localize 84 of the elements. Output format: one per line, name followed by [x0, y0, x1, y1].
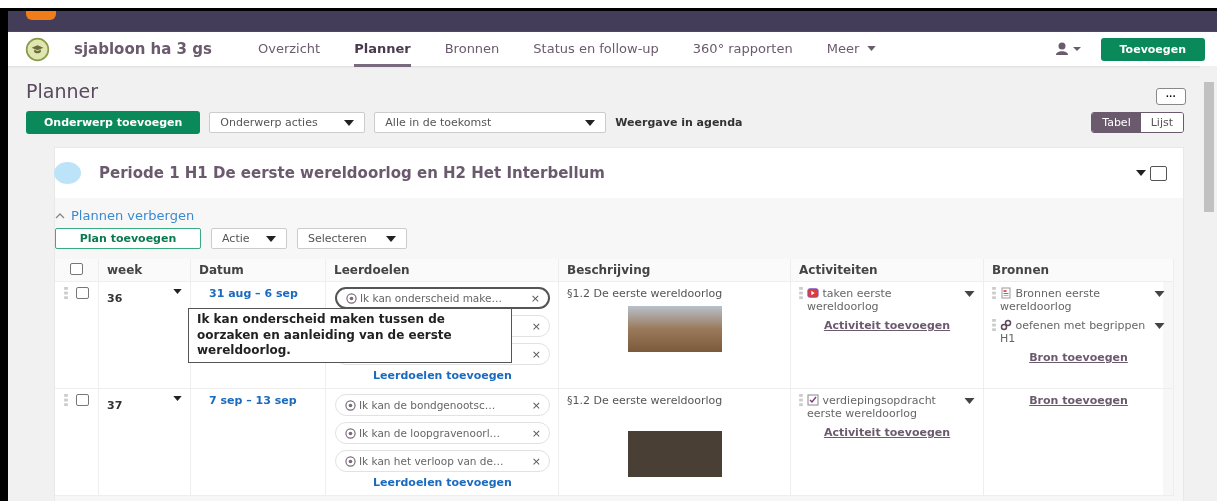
video-icon	[807, 287, 819, 299]
topic-actions-dropdown[interactable]: Onderwerp acties	[209, 112, 366, 133]
add-activity-link[interactable]: Activiteit toevoegen	[799, 319, 975, 332]
nav-tab[interactable]: 360° rapporten	[692, 33, 793, 67]
drag-handle-icon[interactable]	[992, 319, 996, 332]
activity-item[interactable]: verdiepingsopdracht eerste wereldoorlog	[807, 394, 960, 420]
caret-icon[interactable]	[1154, 291, 1165, 297]
action-dropdown[interactable]: Actie	[211, 228, 287, 249]
nav-tab[interactable]: Bronnen	[444, 33, 500, 67]
description-text: §1.2 De eerste wereldoorlog	[567, 287, 724, 300]
learning-goal-tooltip: Ik kan onderscheid maken tussen de oorzaken en aanleiding van de eerste wereldoorlog.	[188, 308, 512, 363]
add-topic-button[interactable]: Onderwerp toevoegen	[26, 111, 201, 134]
caret-icon[interactable]	[173, 289, 182, 294]
nav-tab[interactable]: Overzicht	[258, 33, 321, 67]
app-logo-icon[interactable]	[26, 11, 56, 20]
activity-item[interactable]: taken eerste wereldoorlog	[807, 287, 960, 313]
document-icon	[1000, 287, 1012, 299]
source-item[interactable]: Bronnen eerste wereldoorlog	[1000, 287, 1150, 313]
nav-tab[interactable]: Status en follow-up	[533, 33, 659, 67]
remove-icon[interactable]: ×	[531, 454, 541, 468]
caret-icon[interactable]	[1154, 323, 1165, 329]
view-toggle-button[interactable]: Lijst	[1140, 113, 1183, 132]
select-dropdown[interactable]: Selecteren	[297, 228, 407, 249]
drag-handle-icon[interactable]	[64, 287, 68, 300]
column-header: Bronnen	[984, 259, 1174, 282]
select-all-checkbox[interactable]	[70, 263, 83, 275]
page-title: Planner	[26, 79, 98, 102]
date-range-link[interactable]: 7 sep – 13 sep	[199, 394, 297, 407]
nav-tab[interactable]: Planner	[354, 33, 411, 67]
checked-box-icon	[807, 394, 819, 406]
week-number: 37	[107, 399, 123, 412]
course-name: sjabloon ha 3 gs	[74, 40, 213, 58]
row-checkbox[interactable]	[76, 287, 89, 299]
caret-icon[interactable]	[964, 398, 975, 404]
caret-icon[interactable]	[173, 396, 182, 401]
add-goals-link[interactable]: Leerdoelen toevoegen	[335, 369, 550, 382]
caret-icon	[386, 235, 396, 242]
column-header: Datum	[191, 259, 326, 282]
caret-icon	[585, 119, 596, 126]
description-text: §1.2 De eerste wereldoorlog	[567, 394, 724, 407]
week-number: 36	[107, 292, 123, 305]
drag-handle-icon[interactable]	[799, 394, 803, 407]
add-goals-link[interactable]: Leerdoelen toevoegen	[335, 476, 550, 489]
row-checkbox[interactable]	[76, 394, 89, 406]
eye-icon	[345, 427, 356, 439]
graduation-cap-icon	[25, 36, 50, 62]
column-header: Beschrijving	[559, 259, 791, 282]
add-source-link[interactable]: Bron toevoegen	[992, 351, 1165, 364]
caret-icon	[266, 235, 276, 242]
topic-title: Periode 1 H1 De eerste wereldoorlog en H2 Het Interbellum	[99, 164, 605, 182]
add-source-link[interactable]: Bron toevoegen	[992, 394, 1165, 407]
column-header: week	[99, 259, 191, 282]
caret-icon[interactable]	[1136, 170, 1146, 176]
source-item[interactable]: oefenen met begrippen H1	[1000, 319, 1150, 345]
add-plan-button[interactable]: Plan toevoegen	[55, 228, 201, 249]
topic-checkbox[interactable]	[1150, 165, 1167, 181]
eye-icon	[346, 292, 357, 304]
remove-icon[interactable]: ×	[531, 319, 541, 333]
column-header: Leerdoelen	[326, 259, 559, 282]
drag-handle-icon[interactable]	[64, 394, 68, 407]
eye-icon	[345, 455, 356, 467]
hide-plans-link[interactable]: Plannen verbergen	[71, 208, 195, 223]
chevron-up-icon[interactable]	[55, 212, 65, 219]
add-activity-link[interactable]: Activiteit toevoegen	[799, 426, 975, 439]
remove-icon[interactable]: ×	[530, 291, 540, 305]
more-options-button[interactable]: ···	[1156, 88, 1186, 105]
topic-color-dot	[54, 162, 81, 184]
nav-tab[interactable]: Meer	[826, 33, 877, 67]
date-range-link[interactable]: 31 aug – 6 sep	[199, 287, 298, 300]
agenda-view-link[interactable]: Weergave in agenda	[615, 116, 743, 129]
column-header: Activiteiten	[791, 259, 984, 282]
user-menu-icon[interactable]	[1054, 42, 1083, 56]
period-filter-dropdown[interactable]: Alle in de toekomst	[374, 112, 607, 133]
remove-icon[interactable]: ×	[531, 347, 541, 361]
caret-icon	[344, 119, 355, 126]
caret-icon[interactable]	[964, 291, 975, 297]
drag-handle-icon[interactable]	[992, 287, 996, 300]
remove-icon[interactable]: ×	[531, 398, 541, 412]
drag-handle-icon[interactable]	[799, 287, 803, 300]
eye-icon	[345, 399, 356, 411]
view-toggle-button[interactable]: Tabel	[1092, 113, 1141, 132]
add-button[interactable]: Toevoegen	[1100, 37, 1205, 61]
link-icon	[1000, 319, 1012, 331]
remove-icon[interactable]: ×	[531, 426, 541, 440]
